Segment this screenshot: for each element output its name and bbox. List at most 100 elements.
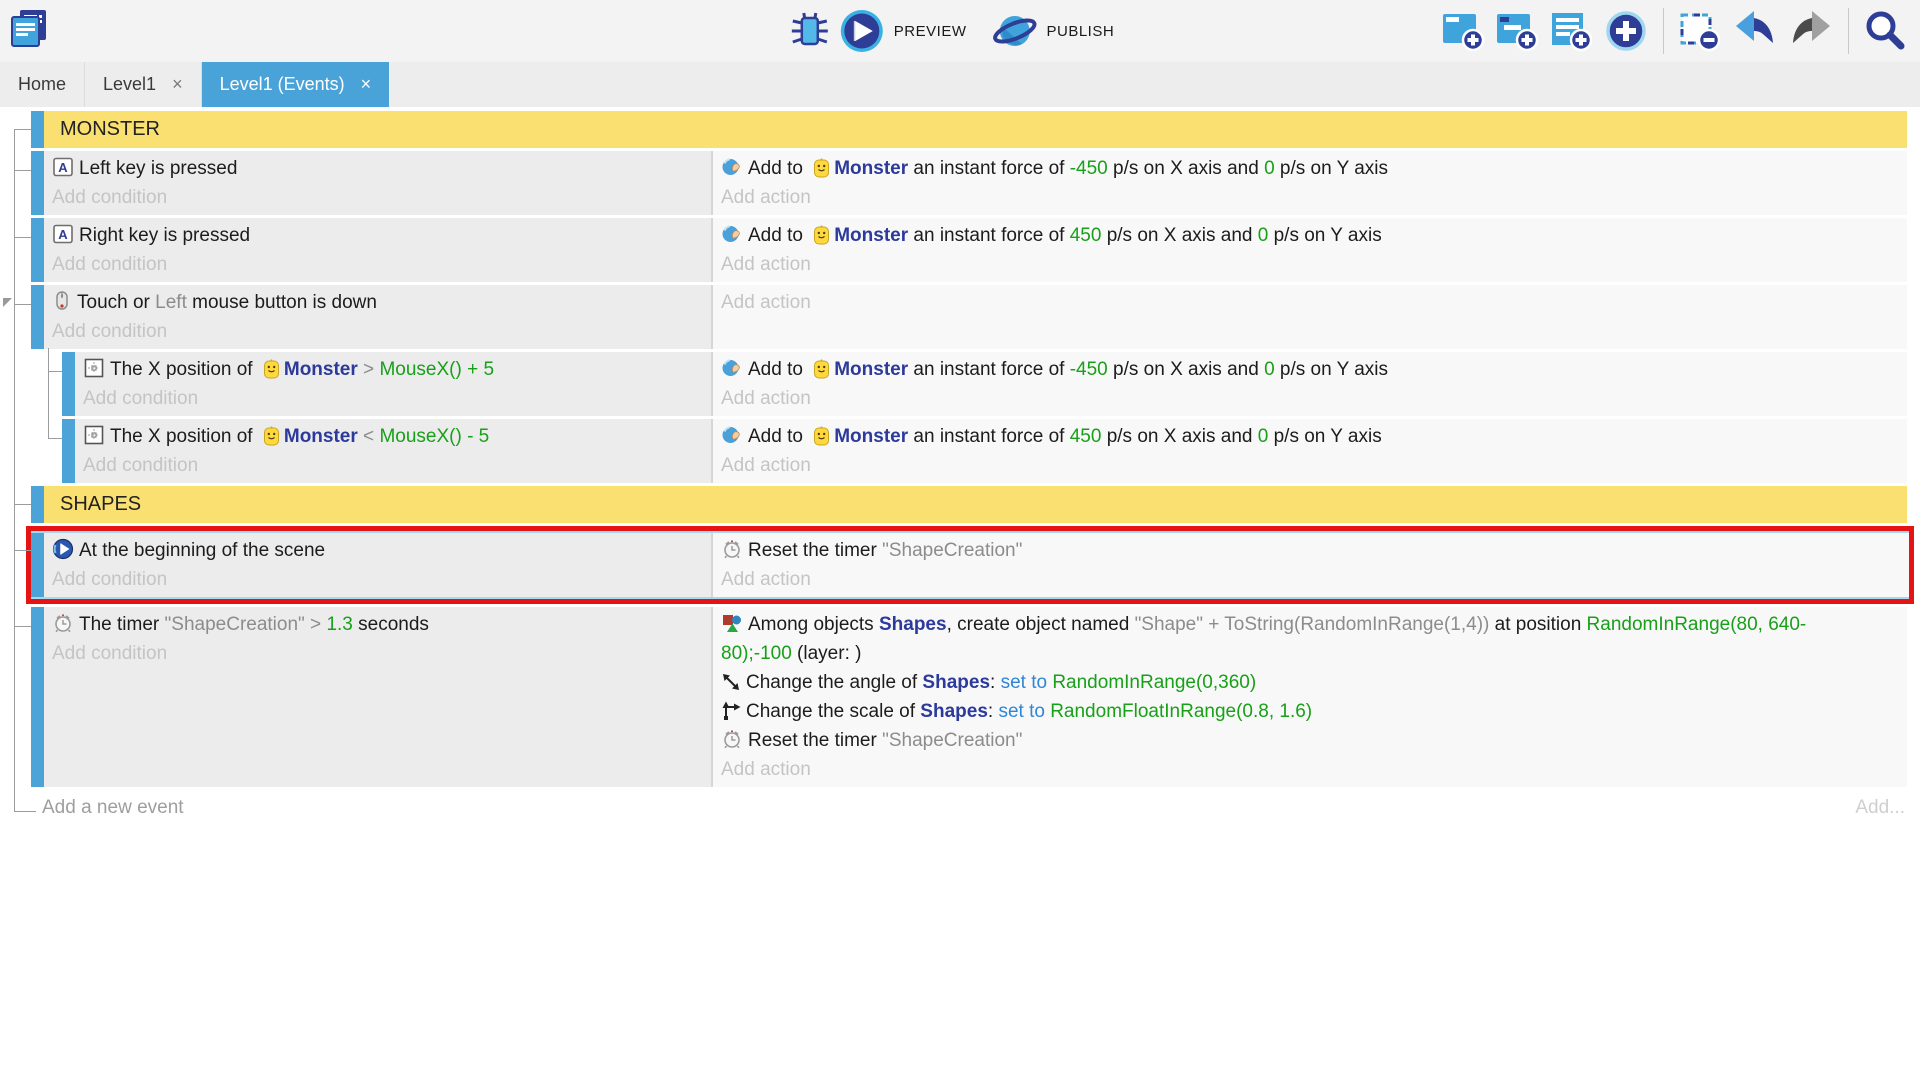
text-segment: 1.3 [326,614,352,635]
text-segment: MouseX() - 5 [379,426,489,447]
conditions-cell: ALeft key is pressedAdd condition [44,151,713,215]
conditions-cell: A Right key is pressed Add condition [44,218,713,282]
action[interactable]: Among objects Shapes, create object name… [721,610,1847,668]
preview-label[interactable]: PREVIEW [894,23,967,40]
text-segment: (layer: ) [792,643,862,664]
event-group-header[interactable]: MONSTER [31,111,1907,148]
undo-icon[interactable] [1732,9,1778,53]
actions-cell: Add to Monster an instant force of -450 … [713,352,1907,416]
tab-level1[interactable]: Level1× [85,62,202,107]
position-icon [83,426,110,447]
condition[interactable]: Touch or Left mouse button is down [52,288,705,317]
publish-globe-icon[interactable] [991,8,1037,54]
text-segment: p/s on Y axis [1268,225,1381,246]
condition[interactable]: At the beginning of the scene [52,536,705,565]
collapse-triangle-icon[interactable] [3,298,12,307]
search-icon[interactable] [1863,9,1907,53]
add-action-link[interactable]: Add action [721,183,1847,212]
add-action-link[interactable]: Add action [721,288,1847,317]
text-segment: Right key is pressed [79,225,250,246]
add-condition-link[interactable]: Add condition [83,384,705,413]
action[interactable]: Change the angle of Shapes: set to Rando… [721,668,1847,697]
tab-home[interactable]: Home [0,62,85,107]
add-condition-link[interactable]: Add condition [83,451,705,480]
condition[interactable]: The X position of Monster > MouseX() + 5 [83,355,705,384]
text-segment: 0 [1264,158,1275,179]
condition[interactable]: The timer "ShapeCreation" > 1.3 seconds [52,610,705,639]
publish-label[interactable]: PUBLISH [1046,23,1114,40]
add-condition-link[interactable]: Add condition [52,317,705,346]
conditions-cell: Touch or Left mouse button is downAdd co… [44,285,713,349]
action[interactable]: Add to Monster an instant force of 450 p… [721,221,1847,250]
condition[interactable]: A Right key is pressed [52,221,705,250]
tab-close-icon[interactable]: × [361,74,372,95]
project-manager-icon[interactable] [8,8,52,52]
create-object-icon [721,614,748,635]
tab-close-icon[interactable]: × [172,74,183,95]
condition[interactable]: ALeft key is pressed [52,154,705,183]
toolbar-separator [1663,8,1664,54]
text-segment: an instant force of [908,158,1070,179]
add-condition-link[interactable]: Add condition [52,565,705,594]
text-segment: 450 [1070,426,1102,447]
action[interactable]: Add to Monster an instant force of 450 p… [721,422,1847,451]
event-selector-bar[interactable] [62,352,75,416]
add-action-link[interactable]: Add action [721,451,1847,480]
action[interactable]: Add to Monster an instant force of -450 … [721,154,1847,183]
add-event-icon[interactable] [1441,9,1485,53]
tab-level1-events-[interactable]: Level1 (Events) × [202,62,390,107]
monster-icon [808,158,834,179]
preview-play-icon[interactable] [839,8,885,54]
action[interactable]: Reset the timer "ShapeCreation" [721,536,1849,565]
add-action-link[interactable]: Add action [721,250,1847,279]
text-segment: Change the angle of [746,672,922,693]
tree-line [14,504,31,505]
add-comment-icon[interactable] [1549,9,1593,53]
add-condition-link[interactable]: Add condition [52,250,705,279]
scale-icon [721,701,746,722]
add-condition-link[interactable]: Add condition [52,183,705,212]
text-segment: an instant force of [908,426,1070,447]
text-segment: Add to [748,359,808,380]
add-action-link[interactable]: Add action [721,755,1847,784]
text-segment: "ShapeCreation" [165,614,305,635]
event-selector-bar[interactable] [31,218,44,282]
event-selector-bar[interactable] [31,533,44,597]
event-row: At the beginning of the sceneAdd conditi… [31,531,1909,599]
action[interactable]: Add to Monster an instant force of -450 … [721,355,1847,384]
action[interactable]: Change the scale of Shapes: set to Rando… [721,697,1847,726]
redo-icon[interactable] [1788,9,1834,53]
text-segment: Monster [834,225,908,246]
event-selector-bar[interactable] [62,419,75,483]
monster-icon [808,426,834,447]
tab-label: Level1 (Events) [220,74,345,95]
add-action-link[interactable]: Add action [721,384,1847,413]
delete-event-icon[interactable] [1678,9,1722,53]
event-selector-bar[interactable] [31,486,44,523]
event-selector-bar[interactable] [31,607,44,787]
event-group-header[interactable]: SHAPES [31,486,1907,523]
svg-text:A: A [58,227,68,242]
text-segment: 0 [1264,359,1275,380]
event-selector-bar[interactable] [31,285,44,349]
debug-icon[interactable] [790,9,830,53]
text-segment: an instant force of [908,225,1070,246]
add-condition-link[interactable]: Add condition [52,639,705,668]
add-action-link[interactable]: Add action [721,565,1849,594]
event-selector-bar[interactable] [31,111,44,148]
condition[interactable]: The X position of Monster < MouseX() - 5 [83,422,705,451]
text-segment: Add to [748,158,808,179]
annotation-red-box: At the beginning of the sceneAdd conditi… [26,526,1914,604]
text-segment: "ShapeCreation" [882,540,1022,561]
add-circle-icon[interactable] [1603,8,1649,54]
add-subevent-icon[interactable] [1495,9,1539,53]
event-selector-bar[interactable] [31,151,44,215]
text-segment: p/s on X axis and [1101,426,1257,447]
svg-text:A: A [58,160,68,175]
tree-line [14,129,15,811]
add-more-link[interactable]: Add... [1855,797,1905,819]
text-segment: Reset the timer [748,540,882,561]
add-new-event-link[interactable]: Add a new event [42,797,184,819]
action[interactable]: Reset the timer "ShapeCreation" [721,726,1847,755]
text-segment: p/s on Y axis [1275,158,1388,179]
